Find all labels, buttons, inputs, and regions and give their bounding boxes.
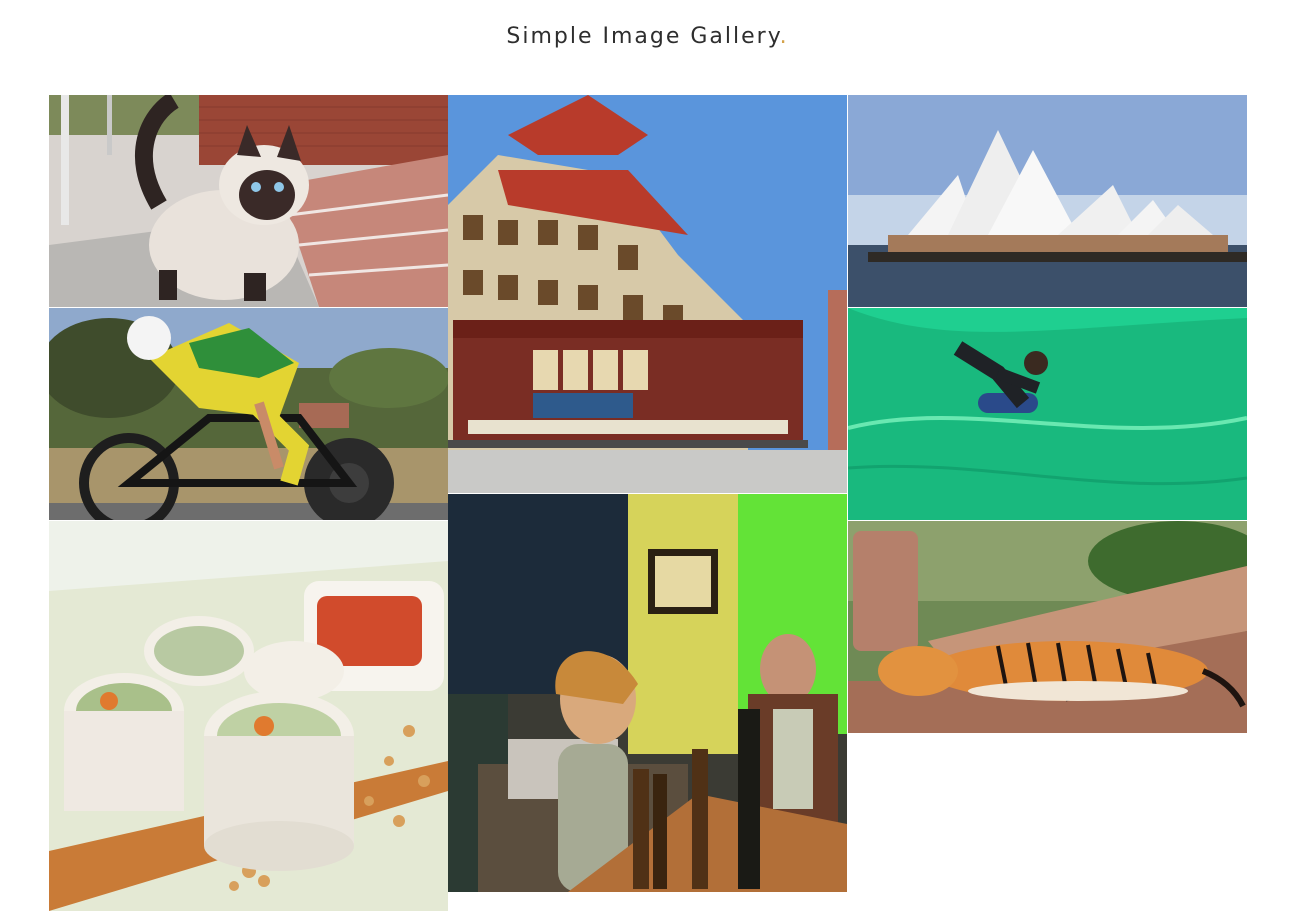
tiger-photo bbox=[848, 521, 1247, 733]
surfer-photo bbox=[848, 308, 1247, 520]
opera-house-photo bbox=[848, 95, 1247, 307]
cat-photo bbox=[49, 95, 448, 307]
gallery-image-opera-house[interactable] bbox=[848, 95, 1247, 307]
gallery-image-cable-car[interactable] bbox=[448, 95, 847, 493]
gallery-image-cat[interactable] bbox=[49, 95, 448, 307]
gallery-image-tiger[interactable] bbox=[848, 521, 1247, 733]
page-title: Simple Image Gallery. bbox=[0, 24, 1295, 49]
gallery-image-surfer[interactable] bbox=[848, 308, 1247, 520]
sushi-photo bbox=[49, 521, 448, 911]
bar-photo bbox=[448, 494, 847, 892]
cable-car-photo bbox=[448, 95, 847, 493]
gallery-image-spring-rolls[interactable] bbox=[49, 521, 448, 911]
image-gallery bbox=[49, 95, 1247, 911]
page-title-text: Simple Image Gallery bbox=[506, 24, 780, 49]
cyclist-photo bbox=[49, 308, 448, 520]
title-accent-dot: . bbox=[779, 24, 789, 49]
gallery-image-bar[interactable] bbox=[448, 494, 847, 892]
gallery-image-cyclist[interactable] bbox=[49, 308, 448, 520]
